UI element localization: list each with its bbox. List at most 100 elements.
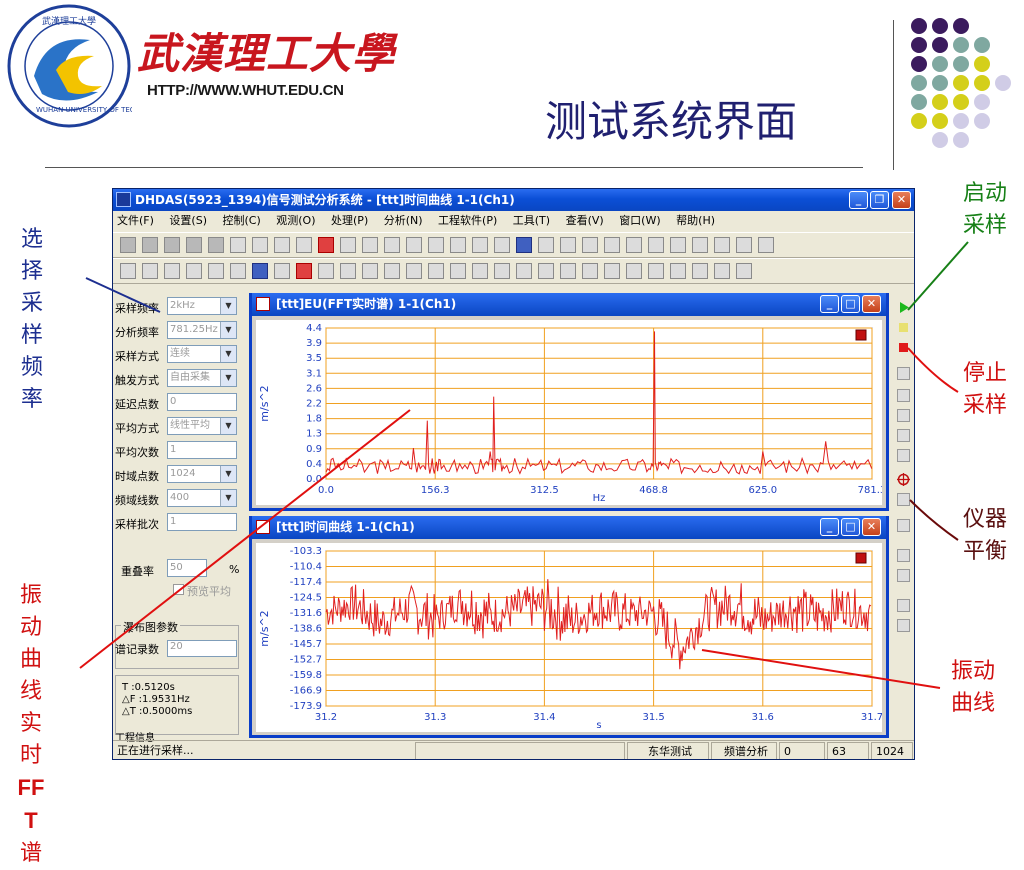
zoom-x-icon[interactable] <box>472 237 488 253</box>
zoom-in-icon[interactable] <box>428 237 444 253</box>
fft-minimize-button[interactable]: _ <box>820 295 839 313</box>
doc-icon[interactable] <box>472 263 488 279</box>
layout-4-icon[interactable] <box>186 237 202 253</box>
preview-average-checkbox[interactable] <box>173 584 184 595</box>
stop-sampling-icon[interactable] <box>897 341 910 354</box>
menu-analysis[interactable]: 分析(N) <box>384 214 423 227</box>
clear-icon[interactable] <box>897 493 910 506</box>
minimize-button[interactable]: _ <box>849 191 868 209</box>
plot-edit-icon[interactable] <box>450 263 466 279</box>
open-folder-icon[interactable] <box>142 263 158 279</box>
misc-3-icon[interactable] <box>692 263 708 279</box>
chevron-down-icon[interactable]: ▼ <box>220 466 236 482</box>
menu-file[interactable]: 文件(F) <box>117 214 154 227</box>
delay-points-input[interactable]: 0 <box>167 393 237 411</box>
chevron-down-icon[interactable]: ▼ <box>220 298 236 314</box>
tool-g-icon[interactable] <box>758 237 774 253</box>
tool-d-icon[interactable] <box>692 237 708 253</box>
chevron-down-icon[interactable]: ▼ <box>220 370 236 386</box>
split-h-icon[interactable] <box>362 263 378 279</box>
chevron-down-icon[interactable]: ▼ <box>220 490 236 506</box>
overlap-input[interactable]: 50 <box>167 559 207 577</box>
split-v-icon[interactable] <box>384 263 400 279</box>
lock-icon[interactable] <box>582 237 598 253</box>
time-chart[interactable]: 31.2 31.3 31.4 31.5 31.6 31.7 -103.3 -110.4 -117… <box>256 543 883 732</box>
layout-1-icon[interactable] <box>120 237 136 253</box>
channel-tool-2-icon[interactable] <box>897 569 910 582</box>
print-icon[interactable] <box>208 263 224 279</box>
chart-3-icon[interactable] <box>274 237 290 253</box>
unlock-icon[interactable] <box>604 237 620 253</box>
batch-input[interactable]: 1 <box>167 513 237 531</box>
probe-2-icon[interactable] <box>897 409 910 422</box>
export-icon[interactable] <box>560 263 576 279</box>
new-file-icon[interactable] <box>120 263 136 279</box>
bar-view-icon[interactable] <box>296 263 312 279</box>
network-icon[interactable] <box>897 599 910 612</box>
menu-observe[interactable]: 观测(O) <box>276 214 315 227</box>
report-2-icon[interactable] <box>538 263 554 279</box>
misc-5-icon[interactable] <box>736 263 752 279</box>
chart-4-icon[interactable] <box>296 237 312 253</box>
split-3-icon[interactable] <box>406 263 422 279</box>
average-mode-select[interactable]: 线性平均 ▼ <box>167 417 237 435</box>
restore-button[interactable]: ❐ <box>870 191 889 209</box>
start-sampling-icon[interactable] <box>897 301 910 314</box>
zoom-out-icon[interactable] <box>450 237 466 253</box>
fft-window-titlebar[interactable]: [ttt]EU(FFT实时谱) 1-1(Ch1) _ □ ✕ <box>252 293 886 316</box>
misc-4-icon[interactable] <box>714 263 730 279</box>
layout-2-icon[interactable] <box>142 237 158 253</box>
grid-view-icon[interactable] <box>252 263 268 279</box>
marker-2-icon[interactable] <box>362 237 378 253</box>
window-1-icon[interactable] <box>318 263 334 279</box>
time-maximize-button[interactable]: □ <box>841 518 860 536</box>
balance-crosshair-icon[interactable] <box>897 473 910 486</box>
report-1-icon[interactable] <box>516 263 532 279</box>
chevron-down-icon[interactable]: ▼ <box>220 322 236 338</box>
tool-f-icon[interactable] <box>736 237 752 253</box>
analysis-freq-select[interactable]: 781.25Hz ▼ <box>167 321 237 339</box>
misc-2-icon[interactable] <box>670 263 686 279</box>
stop-sign-icon[interactable] <box>897 429 910 442</box>
menu-tools[interactable]: 工具(T) <box>513 214 550 227</box>
tool-c-icon[interactable] <box>670 237 686 253</box>
tool-b-icon[interactable] <box>648 237 664 253</box>
grid-tool-icon[interactable] <box>897 519 910 532</box>
pause-sampling-icon[interactable] <box>897 321 910 334</box>
chevron-down-icon[interactable]: ▼ <box>220 418 236 434</box>
menu-view[interactable]: 查看(V) <box>566 214 604 227</box>
disk-save-icon[interactable] <box>897 619 910 632</box>
paste-icon[interactable] <box>604 263 620 279</box>
window-2-icon[interactable] <box>340 263 356 279</box>
scale-y-icon[interactable] <box>560 237 576 253</box>
menu-settings[interactable]: 设置(S) <box>169 214 207 227</box>
menu-control[interactable]: 控制(C) <box>223 214 261 227</box>
time-minimize-button[interactable]: _ <box>820 518 839 536</box>
cursor-cross-icon[interactable] <box>318 237 334 253</box>
layout-3-icon[interactable] <box>164 237 180 253</box>
scale-x-icon[interactable] <box>538 237 554 253</box>
config-icon[interactable] <box>626 263 642 279</box>
pan-icon[interactable] <box>516 237 532 253</box>
channel-icon[interactable] <box>494 263 510 279</box>
marker-4-icon[interactable] <box>406 237 422 253</box>
table-view-icon[interactable] <box>274 263 290 279</box>
binoculars-icon[interactable] <box>230 263 246 279</box>
menu-help[interactable]: 帮助(H) <box>676 214 715 227</box>
layout-5-icon[interactable] <box>208 237 224 253</box>
sample-mode-select[interactable]: 连续 ▼ <box>167 345 237 363</box>
channel-tool-1-icon[interactable] <box>897 549 910 562</box>
chart-1-icon[interactable] <box>230 237 246 253</box>
app-titlebar[interactable]: DHDAS(5923_1394)信号测试分析系统 - [ttt]时间曲线 1-1… <box>113 189 914 211</box>
fft-chart[interactable]: 0.0 156.3 312.5 468.8 625.0 781.3 4.4 3.9 3.5 3.1… <box>256 320 886 505</box>
save-icon[interactable] <box>164 263 180 279</box>
sample-rate-select[interactable]: 2kHz ▼ <box>167 297 237 315</box>
average-count-input[interactable]: 1 <box>167 441 237 459</box>
zero-icon[interactable] <box>897 449 910 462</box>
chart-2-icon[interactable] <box>252 237 268 253</box>
probe-1-icon[interactable] <box>897 389 910 402</box>
zoom-y-icon[interactable] <box>494 237 510 253</box>
tool-a-icon[interactable] <box>626 237 642 253</box>
time-points-select[interactable]: 1024 ▼ <box>167 465 237 483</box>
close-button[interactable]: ✕ <box>892 191 911 209</box>
